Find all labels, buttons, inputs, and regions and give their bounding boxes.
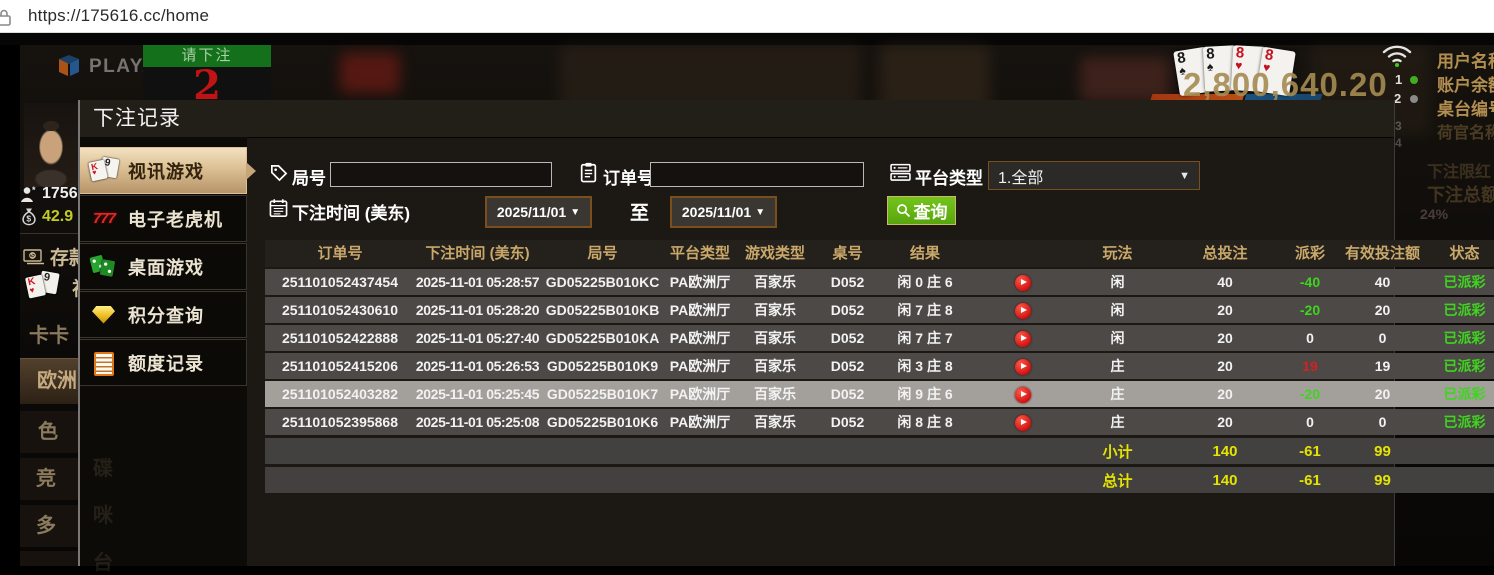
summary-row: 小计 140 -61 99 bbox=[265, 438, 1494, 464]
replay-icon[interactable] bbox=[1014, 274, 1031, 291]
money-bag-icon: $ bbox=[22, 208, 36, 226]
account-balance-label: 账户余额 bbox=[1437, 76, 1494, 95]
playace-logo-icon bbox=[59, 55, 79, 76]
bet-limit-label: 下注限红 bbox=[1427, 164, 1492, 181]
order-number-input[interactable] bbox=[650, 162, 864, 187]
records-icon bbox=[89, 349, 119, 377]
bet-time-label: 下注时间 (美东) bbox=[292, 204, 411, 223]
chevron-down-icon: ▼ bbox=[570, 206, 581, 218]
chevron-down-icon: ▼ bbox=[755, 206, 766, 218]
user-icon: * bbox=[21, 186, 36, 202]
replay-icon[interactable] bbox=[1014, 302, 1031, 319]
sidebar-item[interactable]: 卡卡 bbox=[20, 321, 78, 355]
modal-menu-item-label: 桌面游戏 bbox=[128, 257, 204, 278]
round-number-input[interactable] bbox=[330, 162, 552, 187]
date-from-value: 2025/11/01 bbox=[496, 204, 567, 220]
background-blur bbox=[340, 53, 400, 93]
bet-countdown-panel: 请下注 2 bbox=[143, 45, 271, 105]
modal-menu-item-电子老虎机[interactable]: 777 电子老虎机 bbox=[80, 195, 247, 242]
bet-total-label: 下注总额 bbox=[1427, 185, 1494, 205]
platform-type-select[interactable]: 1.全部 ▼ bbox=[988, 161, 1200, 190]
search-icon bbox=[896, 204, 910, 218]
browser-address-bar[interactable]: https://175616.cc/home bbox=[0, 0, 1494, 33]
chevron-down-icon: ▼ bbox=[1179, 169, 1190, 182]
stream-dot-green bbox=[1410, 76, 1418, 84]
url-text[interactable]: https://175616.cc/home bbox=[28, 6, 209, 26]
slots-icon: 777 bbox=[92, 209, 116, 227]
modal-menu-item-桌面游戏[interactable]: 桌面游戏 bbox=[80, 243, 247, 290]
tag-icon bbox=[269, 163, 288, 187]
replay-icon[interactable] bbox=[1014, 358, 1031, 375]
search-button[interactable]: 查询 bbox=[887, 196, 956, 225]
sidebar-item[interactable]: 多 bbox=[20, 505, 78, 547]
clipboard-icon bbox=[580, 162, 597, 188]
table-row[interactable]: 251101052395868 2025-11-01 05:25:08 GD0522… bbox=[265, 409, 1494, 435]
user-id-row: * 1756 bbox=[20, 185, 78, 203]
date-to-value: 2025/11/01 bbox=[681, 204, 752, 220]
top-strip bbox=[0, 33, 1494, 45]
sidebar-item[interactable]: 欧洲 bbox=[20, 358, 78, 404]
date-to-picker[interactable]: 2025/11/01 ▼ bbox=[670, 196, 777, 228]
table-header-row: 订单号 下注时间 (美东) 局号 平台类型 游戏类型 桌号 结果 玩法 总投注 派彩 有效投注额 状态 bbox=[265, 240, 1494, 267]
platform-icon bbox=[890, 163, 911, 187]
user-balance: 42.9 bbox=[42, 207, 74, 225]
sidebar-item[interactable]: 色 bbox=[20, 411, 78, 453]
sidebar-item-partial[interactable] bbox=[20, 551, 78, 566]
modal-title-bar: 下注记录 bbox=[80, 100, 1394, 138]
balance-row: $ 42.9 bbox=[21, 207, 73, 226]
table-row[interactable]: 251101052415206 2025-11-01 05:26:53 GD0522… bbox=[265, 353, 1494, 379]
cards-icon: 9 K ♥ bbox=[88, 156, 120, 185]
modal-menu-item-label: 额度记录 bbox=[128, 353, 204, 374]
svg-text:*: * bbox=[32, 186, 36, 195]
replay-icon[interactable] bbox=[1014, 386, 1031, 403]
dealer-name-label: 荷官名称 bbox=[1437, 125, 1494, 142]
date-from-picker[interactable]: 2025/11/01 ▼ bbox=[485, 196, 592, 228]
svg-text:$: $ bbox=[26, 213, 31, 223]
stream-number-4: 4 bbox=[1395, 136, 1402, 150]
table-row[interactable]: 251101052422888 2025-11-01 05:27:40 GD0522… bbox=[265, 325, 1494, 351]
left-black-column bbox=[0, 45, 20, 566]
lock-icon bbox=[0, 7, 14, 32]
modal-title: 下注记录 bbox=[93, 107, 181, 130]
user-id: 1756 bbox=[42, 185, 78, 202]
modal-menu-item-积分查询[interactable]: 积分查询 bbox=[80, 291, 247, 338]
table-games-icon bbox=[89, 253, 119, 281]
avatar[interactable] bbox=[24, 103, 78, 187]
sidebar-item[interactable]: 竞 bbox=[20, 458, 78, 500]
date-range-to-label: 至 bbox=[630, 203, 650, 224]
order-number-label: 订单号 bbox=[603, 169, 654, 188]
modal-menu-item-label: 电子老虎机 bbox=[128, 209, 223, 230]
round-number-label: 局号 bbox=[292, 169, 326, 188]
wifi-icon bbox=[1380, 41, 1414, 73]
table-balance-amount: 2,800,640.20 bbox=[1183, 66, 1388, 103]
modal-menu-item-label: 视讯游戏 bbox=[128, 161, 204, 182]
summary-row: 总计 140 -61 99 bbox=[265, 467, 1494, 493]
stream-number-2[interactable]: 2 bbox=[1394, 91, 1401, 106]
table-row[interactable]: 251101052403282 2025-11-01 05:25:45 GD0522… bbox=[265, 381, 1494, 407]
modal-menu-item-视讯游戏[interactable]: 9 K ♥ 视讯游戏 bbox=[80, 147, 256, 194]
commission-percent: 24% bbox=[1420, 206, 1449, 222]
calendar-icon bbox=[269, 198, 288, 223]
cards-icon: 9 K ♥ bbox=[25, 270, 60, 302]
platform-type-value: 1.全部 bbox=[998, 169, 1044, 187]
stream-number-3: 3 bbox=[1395, 119, 1402, 133]
points-icon bbox=[89, 301, 119, 329]
table-row[interactable]: 251101052430610 2025-11-01 05:28:20 GD0522… bbox=[265, 297, 1494, 323]
modal-menu: 碟咪台 9 K ♥ 视讯游戏 777 电子老虎机 桌面游戏 积分查询 额度记录 bbox=[80, 137, 256, 574]
search-button-label: 查询 bbox=[913, 203, 948, 222]
replay-icon[interactable] bbox=[1014, 414, 1031, 431]
modal-menu-item-额度记录[interactable]: 额度记录 bbox=[80, 339, 247, 386]
sidebar-divider bbox=[20, 233, 78, 234]
table-row[interactable]: 251101052437454 2025-11-01 05:28:57 GD0522… bbox=[265, 269, 1494, 295]
platform-type-label: 平台类型 bbox=[915, 169, 983, 188]
replay-icon[interactable] bbox=[1014, 330, 1031, 347]
sidebar-menu: 卡卡 欧洲色竞多 bbox=[20, 321, 78, 547]
deposit-icon: $ bbox=[23, 248, 44, 264]
username-label: 用户名称 bbox=[1437, 52, 1494, 71]
stream-number-1[interactable]: 1 bbox=[1395, 72, 1402, 87]
bet-table: 订单号 下注时间 (美东) 局号 平台类型 游戏类型 桌号 结果 玩法 总投注 派彩 有效投注额 状态… bbox=[265, 240, 1494, 493]
table-number-label: 桌台编号 bbox=[1437, 100, 1494, 119]
modal-menu-item-label: 积分查询 bbox=[128, 305, 204, 326]
stream-dot-gray bbox=[1410, 95, 1418, 103]
